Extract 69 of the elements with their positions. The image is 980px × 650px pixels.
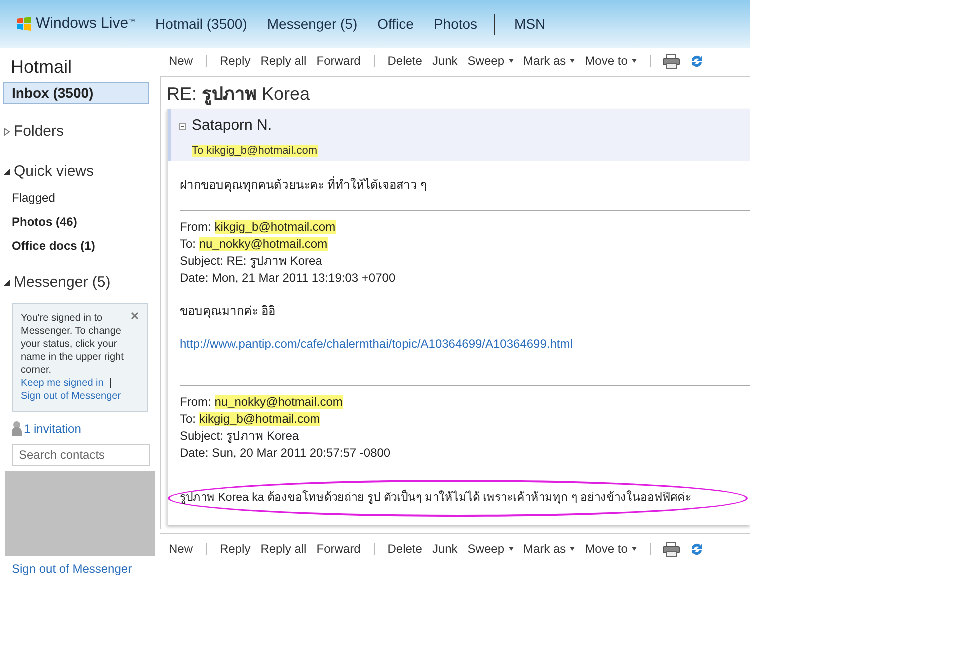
toolbar-menu-button[interactable]: Sweep (462, 52, 518, 70)
toolbar-button[interactable]: Junk (427, 52, 463, 70)
notice-text: You're signed in to Messenger. To change your status, click your name in the upper right corner. (21, 312, 125, 376)
message-text: ขอบคุณมากค่ะ อิอิ (180, 303, 276, 320)
nav-link[interactable]: Office (378, 14, 414, 34)
quoted-header-line: Date: Sun, 20 Mar 2011 20:57:57 -0800 (180, 445, 392, 462)
print-icon[interactable] (662, 54, 680, 68)
section-heading[interactable]: Quick views (14, 160, 94, 183)
notice-link[interactable]: Keep me signed in (21, 378, 104, 388)
collapse-icon[interactable] (179, 122, 186, 130)
toolbar-menu-button[interactable]: Mark as (518, 540, 580, 558)
section-heading[interactable]: Messenger (5) (14, 272, 111, 294)
brand-name[interactable]: Windows Live$^{™}$ (36, 12, 136, 36)
quoted-header-line: To: nu_nokky@hotmail.com (180, 236, 329, 253)
notice-link[interactable]: Sign out of Messenger (21, 390, 122, 402)
quoted-header-line: Date: Mon, 21 Mar 2011 13:19:03 +0700 (180, 270, 397, 287)
toolbar-button[interactable]: Delete (382, 540, 428, 558)
close-icon[interactable] (131, 312, 139, 320)
message-text: ฝากขอบคุณทุกคนด้วยนะคะ ที่ทำให้ได้เจอสาว ๆ (180, 177, 428, 194)
toolbar-button[interactable]: Reply all (256, 52, 312, 70)
person-icon (12, 421, 22, 436)
quoted-header-line: To: kikgig_b@hotmail.com (180, 411, 322, 428)
print-icon[interactable] (662, 542, 680, 556)
sidebar-title: Hotmail (10, 56, 74, 78)
message-link[interactable]: http://www.pantip.com/cafe/chalermthai/topic/A10364699/A10364699.html (180, 336, 750, 353)
sign-out-link[interactable]: Sign out of Messenger (0, 560, 160, 578)
sender-name[interactable]: Sataporn N. (192, 115, 272, 138)
toolbar-button[interactable]: Reply (215, 52, 256, 70)
caret-icon (570, 547, 576, 551)
quoted-header-line: From: kikgig_b@hotmail.com (180, 219, 337, 236)
nav-link[interactable]: Messenger (5) (267, 14, 358, 34)
toolbar-button[interactable]: Reply all (256, 540, 312, 558)
toolbar-button[interactable]: New (164, 52, 198, 70)
toolbar-menu-button[interactable]: Move to (580, 52, 642, 70)
expanded-triangle-icon[interactable] (4, 168, 10, 175)
expanded-triangle-icon[interactable] (4, 280, 10, 286)
windows-logo-icon (16, 17, 32, 31)
collapsed-triangle-icon[interactable] (4, 128, 10, 136)
toolbar-button[interactable]: Forward (312, 52, 366, 70)
toolbar-button[interactable]: Delete (382, 52, 428, 70)
message-text: รูปภาพ Korea ka ต้องขอโทษด้วยถ่าย รูป ตัวเป็นๆ มาให้ไม่ได้ เพราะเค้าห้ามทุก ๆ อย่างข้างในออฟฟิศค่ะ (180, 490, 746, 507)
nav-link[interactable]: MSN (494, 14, 546, 34)
caret-icon (570, 59, 576, 63)
toolbar-menu-button[interactable]: Mark as (518, 52, 580, 70)
section-heading[interactable]: Folders (14, 121, 64, 144)
inbox-item[interactable]: Inbox (3500) (3, 82, 149, 104)
toolbar-menu-button[interactable]: Sweep (462, 540, 518, 558)
search-contacts-field[interactable]: Search contacts (12, 444, 150, 466)
quoted-header-line: Subject: RE: รูปภาพ Korea (180, 253, 324, 270)
toolbar-button[interactable]: Reply (215, 540, 256, 558)
caret-icon (632, 547, 637, 551)
quoted-header-line: Subject: รูปภาพ Korea (180, 428, 300, 445)
quoted-header-line: From: nu_nokky@hotmail.com (180, 394, 344, 411)
toolbar-button[interactable]: Junk (427, 540, 463, 558)
refresh-icon[interactable] (690, 54, 704, 68)
message-subject: RE: รูปภาพ Korea (166, 83, 312, 108)
toolbar-button[interactable]: New (164, 540, 198, 558)
caret-icon (632, 59, 637, 63)
nav-link[interactable]: Hotmail (3500) (156, 14, 248, 34)
quick-view-item[interactable]: Office docs (1) (0, 237, 160, 255)
toolbar-button[interactable]: Forward (312, 540, 366, 558)
caret-icon (508, 59, 514, 63)
toolbar-menu-button[interactable]: Move to (580, 540, 642, 558)
caret-icon (508, 547, 514, 551)
quick-view-item[interactable]: Flagged (0, 189, 160, 207)
quick-view-item[interactable]: Photos (46) (0, 213, 160, 231)
invitation-link[interactable]: 1 invitation (24, 420, 82, 438)
nav-link[interactable]: Photos (434, 14, 478, 34)
refresh-icon[interactable] (690, 542, 704, 556)
